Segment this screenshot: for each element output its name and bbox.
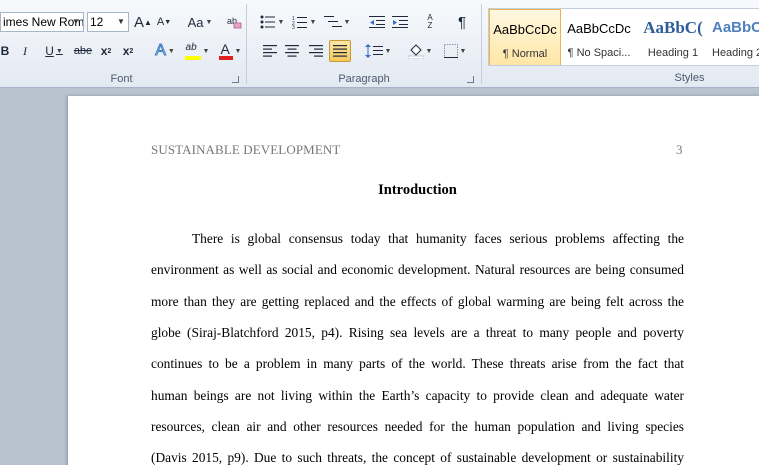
chevron-down-icon[interactable]: ▼ <box>115 13 127 31</box>
sort-icon: A Z <box>427 13 433 30</box>
justify-icon <box>333 45 347 57</box>
body-line[interactable]: There is global consensus today that hum… <box>151 231 684 249</box>
numbering-button[interactable]: 1 2 3 ▼ <box>290 12 318 32</box>
chevron-down-icon[interactable]: ▼ <box>70 13 82 31</box>
style-name: Heading 1 <box>647 47 699 59</box>
paragraph-group: ▼ 1 2 3 ▼ ▼ A Z ¶ ▼ ▼ ▼ Paragraph <box>250 0 478 88</box>
bullets-button[interactable]: ▼ <box>258 12 286 32</box>
numbering-icon: 123 <box>292 16 307 29</box>
strikethrough-icon: abe <box>73 45 93 57</box>
style-heading-1[interactable]: AaBbC( Heading 1 <box>637 9 709 65</box>
font-name-combo[interactable]: imes New Rom ▼ <box>0 12 84 32</box>
bold-icon: B <box>0 44 10 58</box>
change-case-button[interactable]: Aa ▼ <box>186 12 214 32</box>
increase-indent-button[interactable] <box>390 12 410 32</box>
grow-font-icon: A <box>134 13 145 31</box>
styles-gallery: AaBbCcDc ¶ Normal AaBbCcDc ¶ No Spaci...… <box>488 8 759 66</box>
body-line[interactable]: resources, clean air and other resources… <box>151 419 684 437</box>
subscript-icon: x <box>100 44 108 58</box>
svg-text:3: 3 <box>292 25 295 29</box>
paint-bucket-icon <box>407 44 424 59</box>
section-heading[interactable]: Introduction <box>151 182 684 199</box>
clear-formatting-icon: ab <box>227 16 242 29</box>
font-group-label: Font <box>110 73 133 85</box>
style-sample: AaBbCcDc <box>493 22 557 37</box>
style-heading-2[interactable]: AaBbC Heading 2 <box>709 9 759 65</box>
body-line[interactable]: human beings are not living within the E… <box>151 388 684 406</box>
grow-font-button[interactable]: A ▲ <box>134 12 152 32</box>
align-left-button[interactable] <box>260 41 280 61</box>
line-spacing-icon <box>364 44 383 58</box>
font-size-combo[interactable]: 12 ▼ <box>87 12 129 32</box>
underline-icon: U <box>45 44 54 58</box>
decrease-indent-button[interactable] <box>367 12 387 32</box>
style-no-spacing[interactable]: AaBbCcDc ¶ No Spaci... <box>563 9 635 65</box>
align-right-button[interactable] <box>306 41 326 61</box>
borders-icon <box>443 44 458 58</box>
font-group: imes New Rom ▼ 12 ▼ A ▲ A ▼ Aa ▼ ab B I U ▼ <box>0 0 243 88</box>
pilcrow-icon: ¶ <box>457 13 467 31</box>
show-formatting-marks-button[interactable]: ¶ <box>453 12 471 32</box>
align-left-icon <box>263 45 277 57</box>
style-name: ¶ Normal <box>502 48 548 60</box>
font-color-icon: A <box>218 41 233 60</box>
paragraph-dialog-launcher-icon[interactable] <box>467 76 474 83</box>
borders-button[interactable]: ▼ <box>440 41 470 61</box>
group-divider <box>481 4 482 84</box>
strikethrough-button[interactable]: abe <box>72 41 94 61</box>
font-size-value: 12 <box>90 15 104 29</box>
body-line[interactable]: continues to be a problem in many parts … <box>151 356 684 374</box>
style-normal[interactable]: AaBbCcDc ¶ Normal <box>489 9 561 65</box>
shrink-font-button[interactable]: A ▼ <box>155 12 173 32</box>
increase-indent-icon <box>392 16 408 28</box>
multilevel-list-button[interactable]: ▼ <box>322 12 352 32</box>
superscript-button[interactable]: x2 <box>119 41 137 61</box>
clear-formatting-button[interactable]: ab <box>225 12 243 32</box>
document-area: SUSTAINABLE DEVELOPMENT 3 Introduction T… <box>0 88 759 465</box>
align-center-button[interactable] <box>282 41 302 61</box>
justify-button[interactable] <box>329 40 351 62</box>
style-name: Heading 2 <box>712 47 759 59</box>
bold-button[interactable]: B <box>0 41 10 61</box>
italic-button[interactable]: I <box>18 41 32 61</box>
body-line[interactable]: more than they are getting replaced and … <box>151 294 684 312</box>
shrink-font-icon: A <box>156 16 165 28</box>
highlight-button[interactable]: ab ▼ <box>182 41 212 61</box>
subscript-button[interactable]: x2 <box>97 41 115 61</box>
shading-button[interactable]: ▼ <box>405 41 435 61</box>
text-effects-button[interactable]: A ▼ <box>150 41 180 61</box>
document-page[interactable]: SUSTAINABLE DEVELOPMENT 3 Introduction T… <box>68 96 759 465</box>
paragraph-group-label: Paragraph <box>338 73 390 85</box>
style-name: ¶ No Spaci... <box>567 47 631 59</box>
text-effects-icon: A <box>155 42 167 60</box>
style-sample: AaBbCcDc <box>567 21 631 36</box>
page-number[interactable]: 3 <box>676 142 683 158</box>
bullets-icon <box>260 15 275 29</box>
multilevel-list-icon <box>323 16 342 27</box>
underline-button[interactable]: U ▼ <box>40 41 68 61</box>
font-dialog-launcher-icon[interactable] <box>232 76 239 83</box>
running-header[interactable]: SUSTAINABLE DEVELOPMENT <box>151 142 340 158</box>
style-sample: AaBbC <box>712 19 759 36</box>
styles-group-label: Styles <box>674 72 705 84</box>
align-center-icon <box>285 45 299 57</box>
body-line[interactable]: (Davis 2015, p9). Due to such threats, t… <box>151 450 684 465</box>
body-line[interactable]: environment as well as social and econom… <box>151 262 684 280</box>
group-divider <box>246 4 247 84</box>
line-spacing-button[interactable]: ▼ <box>363 41 393 61</box>
decrease-indent-icon <box>369 16 385 28</box>
sort-button[interactable]: A Z <box>420 12 440 32</box>
font-color-button[interactable]: A ▼ <box>216 41 244 61</box>
superscript-icon: x <box>122 44 130 58</box>
style-sample: AaBbC( <box>643 18 703 37</box>
change-case-icon: Aa <box>187 14 204 30</box>
italic-icon: I <box>23 43 27 58</box>
align-right-icon <box>309 45 323 57</box>
body-line[interactable]: globe (Siraj-Blatchford 2015, p4). Risin… <box>151 325 684 343</box>
ribbon: imes New Rom ▼ 12 ▼ A ▲ A ▼ Aa ▼ ab B I U ▼ <box>0 0 759 88</box>
highlighter-icon: ab <box>184 42 201 60</box>
